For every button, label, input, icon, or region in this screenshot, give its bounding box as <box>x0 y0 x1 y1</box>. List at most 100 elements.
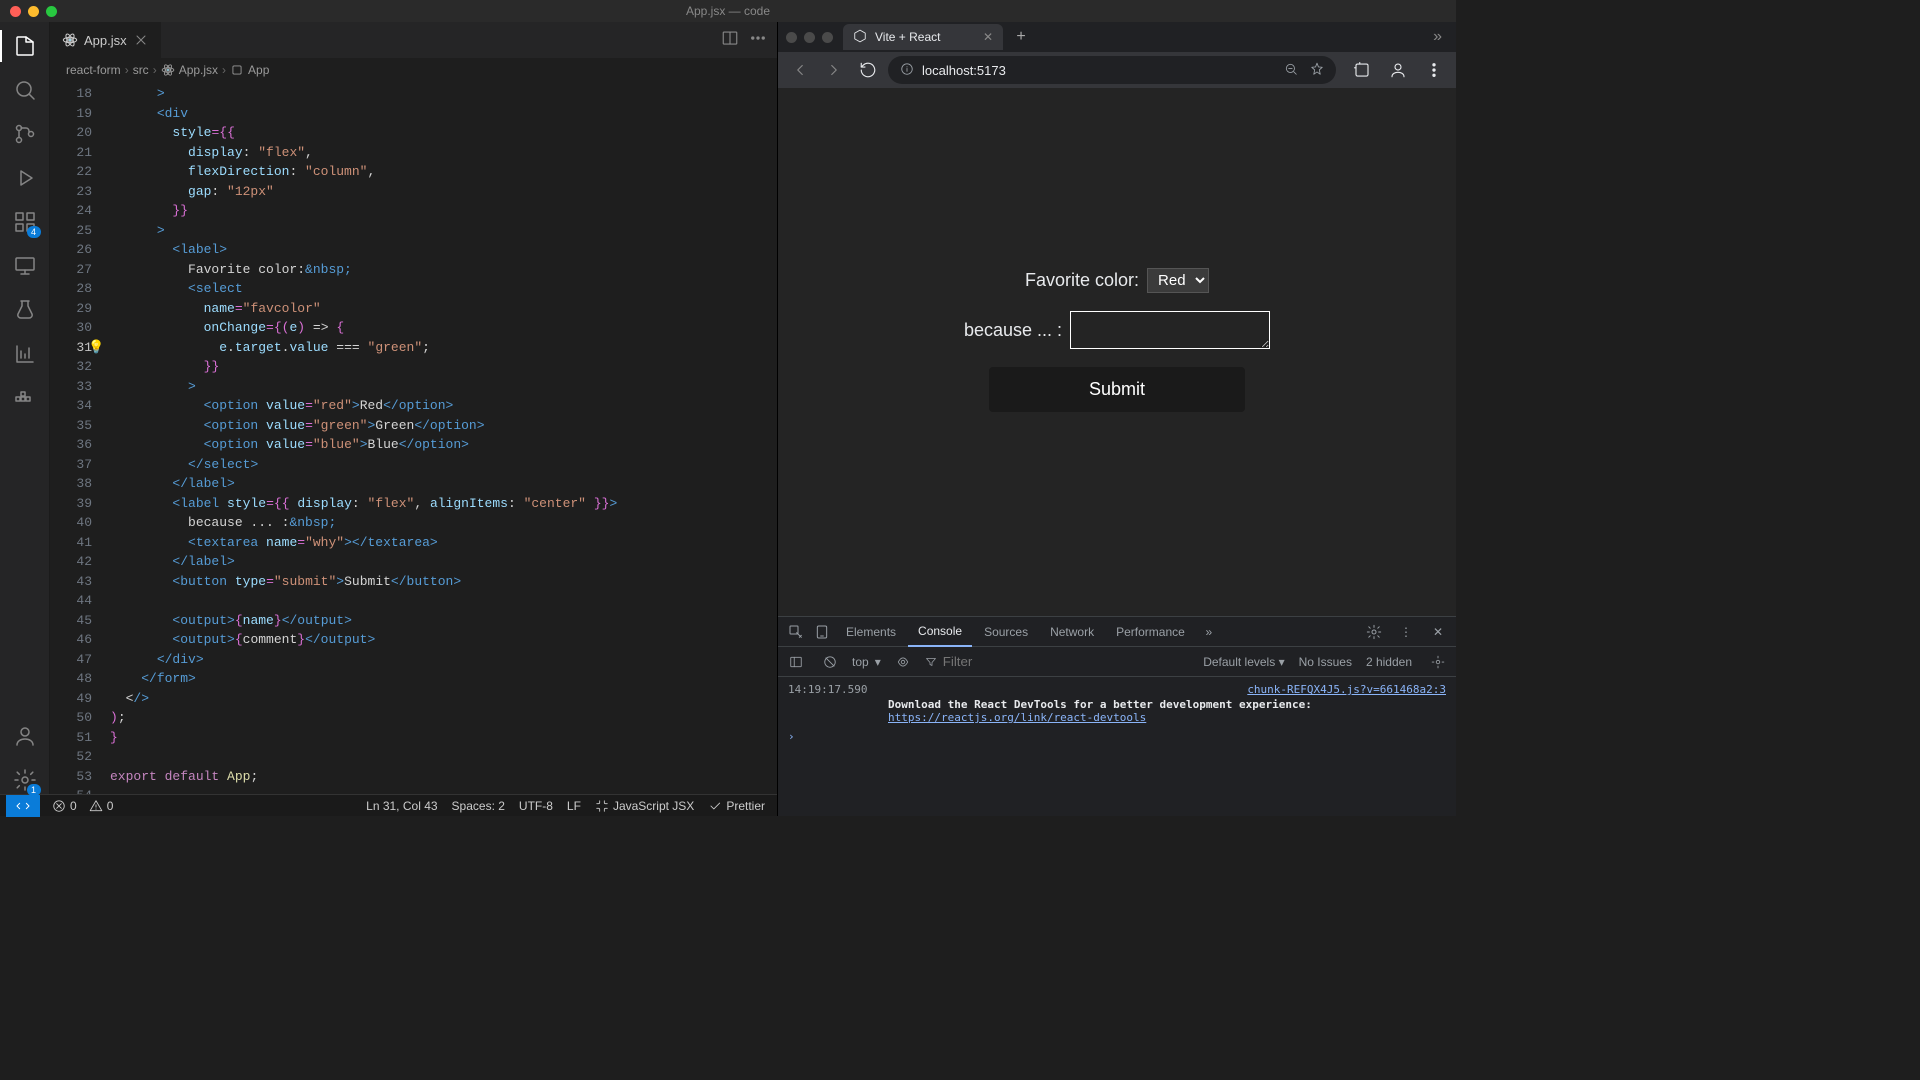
log-source-link[interactable]: chunk-REFQX4J5.js?v=661468a2:3 <box>1247 683 1446 696</box>
tab-bar: App.jsx <box>50 22 777 58</box>
remote-indicator[interactable] <box>6 795 40 817</box>
debug-icon[interactable] <box>11 164 39 192</box>
testing-icon[interactable] <box>11 296 39 324</box>
color-label: Favorite color: <box>1025 270 1139 291</box>
why-textarea[interactable] <box>1070 311 1270 349</box>
reload-button[interactable] <box>854 56 882 84</box>
console-prompt[interactable]: › <box>788 730 1446 743</box>
devtools-close-icon[interactable]: ✕ <box>1426 620 1450 644</box>
remote-icon[interactable] <box>11 252 39 280</box>
close-tab-icon[interactable]: ✕ <box>983 30 993 44</box>
console-toolbar: top ▾ Default levels ▾ No Issues 2 hidde… <box>778 647 1456 677</box>
crumb-symbol: App <box>230 63 269 77</box>
devtools: Elements Console Sources Network Perform… <box>778 616 1456 816</box>
prettier-status[interactable]: Prettier <box>708 799 765 813</box>
console-output[interactable]: 14:19:17.590 chunk-REFQX4J5.js?v=661468a… <box>778 677 1456 816</box>
extensions-badge: 4 <box>27 226 41 238</box>
react-file-icon <box>161 63 175 77</box>
more-actions-icon[interactable] <box>749 29 767 52</box>
code-editor[interactable]: 1819202122232425262728293031323334353637… <box>50 82 777 794</box>
browser-window: Vite + React ✕ + » localhost:5173 F <box>778 22 1456 816</box>
minimize-window[interactable] <box>28 6 39 17</box>
inspect-icon[interactable] <box>784 620 808 644</box>
breadcrumb[interactable]: react-form › src › App.jsx › App <box>50 58 777 82</box>
browser-maximize[interactable] <box>822 32 833 43</box>
search-icon[interactable] <box>11 76 39 104</box>
device-toggle-icon[interactable] <box>810 620 834 644</box>
tab-network[interactable]: Network <box>1040 617 1104 647</box>
code-content[interactable]: > <div style={{ display: "flex", flexDir… <box>110 82 777 794</box>
split-editor-icon[interactable] <box>721 29 739 52</box>
extensions-icon[interactable]: 4 <box>11 208 39 236</box>
new-tab-button[interactable]: + <box>1009 25 1033 49</box>
tab-console[interactable]: Console <box>908 617 972 647</box>
console-settings-icon[interactable] <box>1426 650 1450 674</box>
browser-tab[interactable]: Vite + React ✕ <box>843 24 1003 50</box>
submit-button[interactable]: Submit <box>989 367 1245 412</box>
react-file-icon <box>62 32 78 48</box>
browser-tab-title: Vite + React <box>875 30 940 44</box>
log-message: Download the React DevTools for a better… <box>888 698 1312 711</box>
cursor-position[interactable]: Ln 31, Col 43 <box>366 799 437 813</box>
maximize-window[interactable] <box>46 6 57 17</box>
url-bar[interactable]: localhost:5173 <box>888 56 1336 84</box>
log-levels[interactable]: Default levels ▾ <box>1203 655 1284 669</box>
language-mode[interactable]: JavaScript JSX <box>595 799 694 813</box>
lightbulb-icon[interactable]: 💡 <box>88 338 104 358</box>
crumb-folder: react-form <box>66 63 121 77</box>
file-tab[interactable]: App.jsx <box>50 22 162 58</box>
source-control-icon[interactable] <box>11 120 39 148</box>
indentation[interactable]: Spaces: 2 <box>452 799 505 813</box>
more-tabs-icon[interactable]: » <box>1197 620 1221 644</box>
back-button[interactable] <box>786 56 814 84</box>
status-bar: 0 0 Ln 31, Col 43 Spaces: 2 UTF-8 LF Jav… <box>0 794 777 816</box>
extensions-icon[interactable] <box>1348 56 1376 84</box>
activity-bar: 4 1 <box>0 22 50 794</box>
filter-input[interactable] <box>925 654 1023 669</box>
close-window[interactable] <box>10 6 21 17</box>
zoom-icon[interactable] <box>1284 62 1298 79</box>
context-selector[interactable]: top ▾ <box>852 655 881 669</box>
hidden-count[interactable]: 2 hidden <box>1366 655 1412 669</box>
explorer-icon[interactable] <box>11 32 39 60</box>
tab-sources[interactable]: Sources <box>974 617 1038 647</box>
forward-button[interactable] <box>820 56 848 84</box>
menu-icon[interactable] <box>1420 56 1448 84</box>
account-icon[interactable] <box>11 722 39 750</box>
browser-minimize[interactable] <box>804 32 815 43</box>
clear-console-icon[interactable] <box>818 650 842 674</box>
vscode-window: 4 1 App.jsx react-for <box>0 22 778 816</box>
window-title: App.jsx — code <box>686 4 770 18</box>
crumb-folder: src <box>133 63 149 77</box>
because-label: because ... : <box>964 320 1062 341</box>
react-form: Favorite color: Red because ... : Submit <box>964 268 1270 412</box>
browser-close[interactable] <box>786 32 797 43</box>
log-link[interactable]: https://reactjs.org/link/react-devtools <box>888 711 1146 724</box>
window-titlebar: App.jsx — code <box>0 0 1456 22</box>
tab-overflow-icon[interactable]: » <box>1427 28 1448 46</box>
eol[interactable]: LF <box>567 799 581 813</box>
chart-icon[interactable] <box>11 340 39 368</box>
issues-count[interactable]: No Issues <box>1299 655 1352 669</box>
sidebar-toggle-icon[interactable] <box>784 650 808 674</box>
bookmark-icon[interactable] <box>1310 62 1324 79</box>
url-text: localhost:5173 <box>922 63 1006 78</box>
favicon-icon <box>853 29 867 46</box>
site-info-icon[interactable] <box>900 62 914 79</box>
page-content: Favorite color: Red because ... : Submit <box>778 88 1456 616</box>
errors-count[interactable]: 0 <box>52 799 77 813</box>
color-select[interactable]: Red <box>1147 268 1209 293</box>
tab-elements[interactable]: Elements <box>836 617 906 647</box>
devtools-menu-icon[interactable]: ⋮ <box>1394 620 1418 644</box>
crumb-file: App.jsx <box>161 63 218 77</box>
browser-tab-strip: Vite + React ✕ + » <box>778 22 1456 52</box>
warnings-count[interactable]: 0 <box>89 799 114 813</box>
gear-icon[interactable]: 1 <box>11 766 39 794</box>
live-expression-icon[interactable] <box>891 650 915 674</box>
close-tab-icon[interactable] <box>133 32 149 48</box>
encoding[interactable]: UTF-8 <box>519 799 553 813</box>
tab-performance[interactable]: Performance <box>1106 617 1195 647</box>
profile-icon[interactable] <box>1384 56 1412 84</box>
docker-icon[interactable] <box>11 384 39 412</box>
devtools-settings-icon[interactable] <box>1362 620 1386 644</box>
